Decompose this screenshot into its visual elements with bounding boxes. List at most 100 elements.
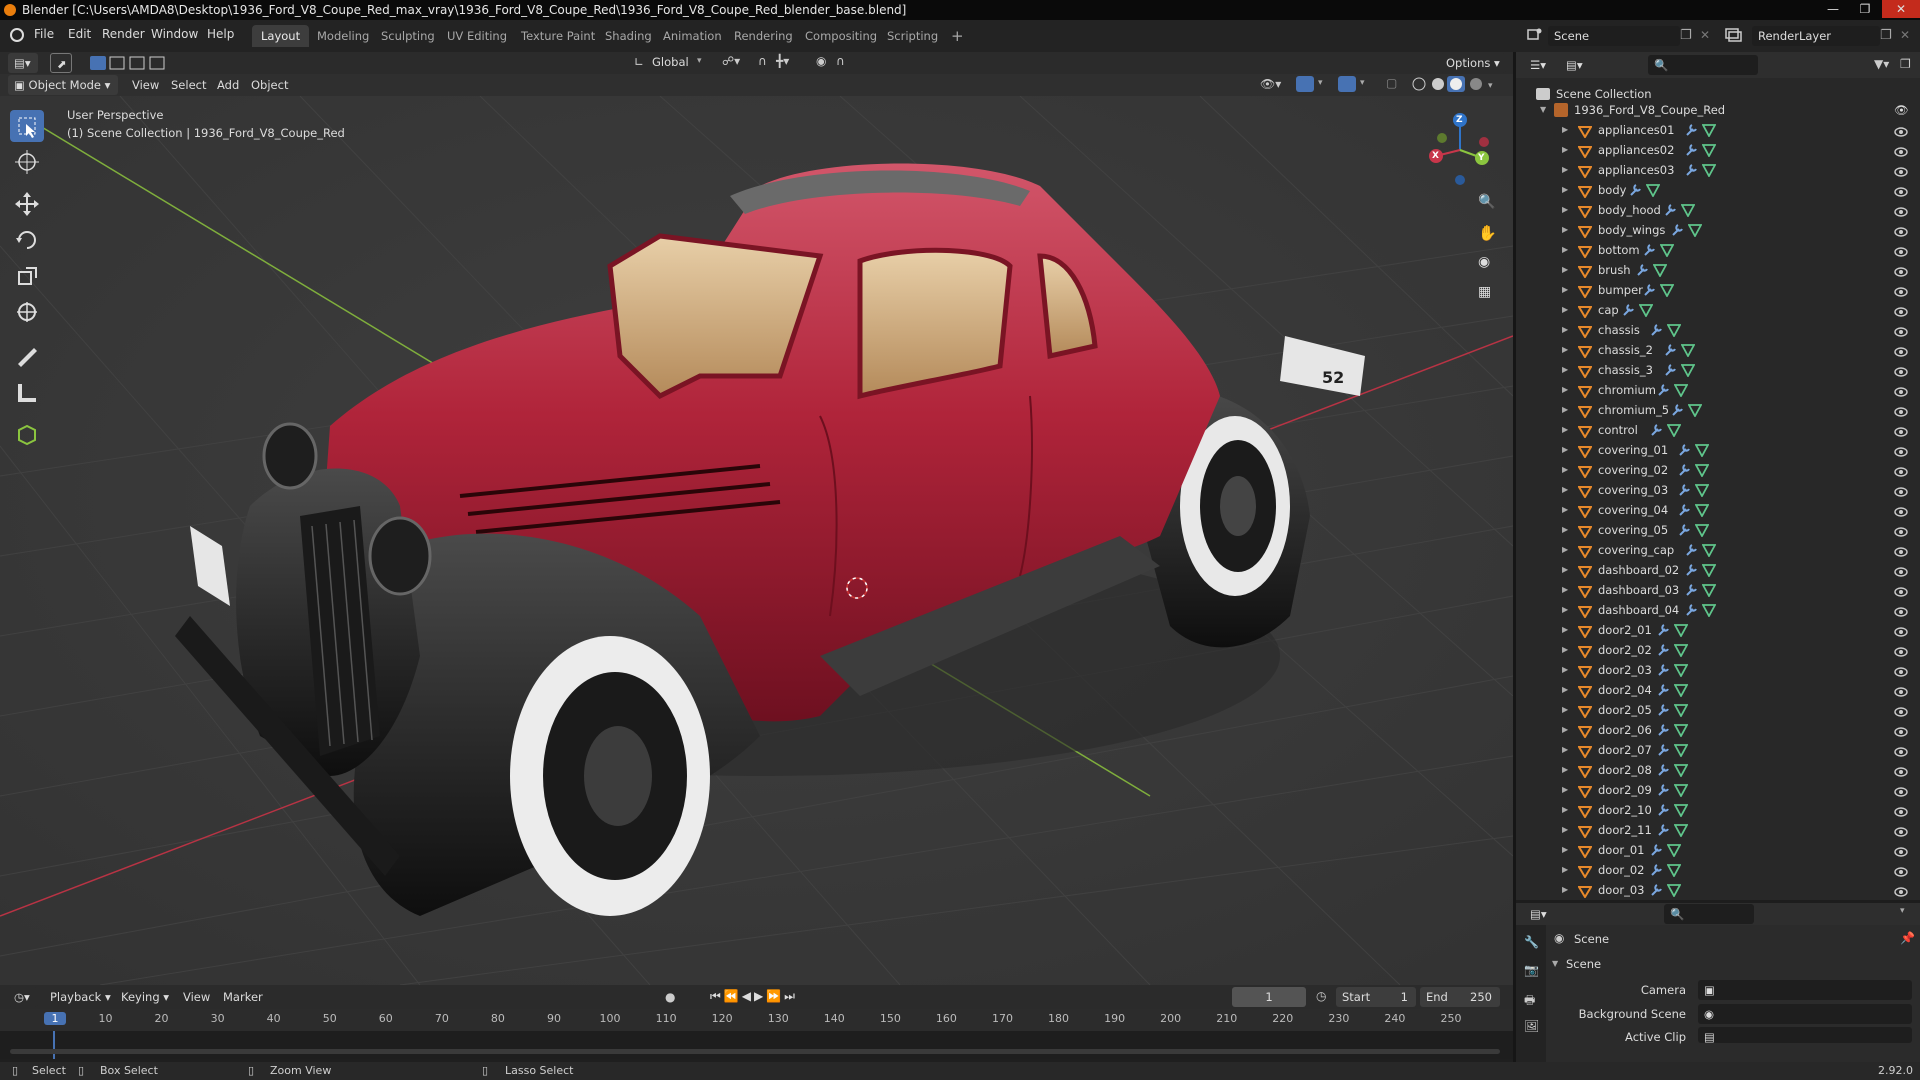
tab-modeling[interactable]: Modeling xyxy=(308,25,378,47)
expand-arrow-icon[interactable]: ▶ xyxy=(1562,300,1568,320)
outliner-object-row[interactable]: ▶ covering_cap xyxy=(1516,540,1920,560)
view-layer-name-field[interactable]: RenderLayer xyxy=(1752,26,1880,46)
rotate-tool[interactable] xyxy=(10,224,44,256)
outliner-object-row[interactable]: ▶ door_01 xyxy=(1516,840,1920,860)
outliner-object-row[interactable]: ▶ appliances01 xyxy=(1516,120,1920,140)
menu-file[interactable]: File xyxy=(34,27,54,41)
expand-arrow-icon[interactable]: ▶ xyxy=(1562,620,1568,640)
add-cube-tool[interactable] xyxy=(10,418,44,450)
viewport-menu-object[interactable]: Object xyxy=(251,78,288,92)
expand-arrow-icon[interactable]: ▶ xyxy=(1562,360,1568,380)
expand-arrow-icon[interactable]: ▶ xyxy=(1562,840,1568,860)
move-tool[interactable] xyxy=(10,188,44,220)
new-collection-icon[interactable]: ❐ xyxy=(1900,57,1911,71)
outliner-object-row[interactable]: ▶ appliances02 xyxy=(1516,140,1920,160)
outliner-object-row[interactable]: ▶ chassis_2 xyxy=(1516,340,1920,360)
expand-arrow-icon[interactable]: ▶ xyxy=(1562,680,1568,700)
visibility-eye-icon[interactable] xyxy=(1894,884,1908,900)
view-layer-icon[interactable] xyxy=(1724,26,1742,44)
end-frame-field[interactable]: End 250 xyxy=(1420,987,1500,1007)
outliner-object-row[interactable]: ▶ brush xyxy=(1516,260,1920,280)
render-tab-icon[interactable]: 📷 xyxy=(1524,963,1539,977)
start-frame-field[interactable]: Start 1 xyxy=(1336,987,1416,1007)
collection-eye-icon[interactable]: 👁 xyxy=(1894,100,1909,120)
add-workspace-button[interactable]: + xyxy=(942,25,973,47)
view-layer-tab-icon[interactable]: 🖼 xyxy=(1524,1019,1539,1033)
expand-arrow-icon[interactable]: ▶ xyxy=(1562,260,1568,280)
expand-arrow-icon[interactable]: ▶ xyxy=(1562,500,1568,520)
close-button[interactable]: ✕ xyxy=(1882,0,1920,18)
ortho-grid-icon[interactable]: ▦ xyxy=(1478,284,1491,300)
outliner-editor-type-button[interactable]: ☰▾ xyxy=(1524,55,1554,75)
outliner-object-row[interactable]: ▶ door2_05 xyxy=(1516,700,1920,720)
expand-arrow-icon[interactable]: ▶ xyxy=(1562,580,1568,600)
expand-arrow-icon[interactable]: ▶ xyxy=(1562,700,1568,720)
expand-arrow-icon[interactable]: ▶ xyxy=(1562,820,1568,840)
new-scene-icon[interactable]: ❐ xyxy=(1680,28,1692,43)
menu-help[interactable]: Help xyxy=(207,27,234,41)
outliner-object-row[interactable]: ▶ covering_01 xyxy=(1516,440,1920,460)
timeline-scrollbar[interactable] xyxy=(10,1049,1500,1054)
tab-compositing[interactable]: Compositing xyxy=(796,25,886,47)
panel-expand-icon[interactable]: ▼ xyxy=(1552,959,1558,968)
outliner-object-row[interactable]: ▶ door2_02 xyxy=(1516,640,1920,660)
annotate-tool[interactable] xyxy=(10,340,44,372)
tab-rendering[interactable]: Rendering xyxy=(725,25,802,47)
tab-animation[interactable]: Animation xyxy=(654,25,731,47)
outliner-object-row[interactable]: ▶ door2_08 xyxy=(1516,760,1920,780)
expand-arrow-icon[interactable]: ▶ xyxy=(1562,860,1568,880)
expand-arrow-icon[interactable]: ▶ xyxy=(1562,640,1568,660)
active-clip-field[interactable]: ▤ xyxy=(1698,1027,1912,1044)
collection-row[interactable]: ▼ 1936_Ford_V8_Coupe_Red 👁 xyxy=(1516,100,1920,120)
outliner-object-row[interactable]: ▶ door2_10 xyxy=(1516,800,1920,820)
properties-editor-type-button[interactable]: ▤▾ xyxy=(1524,904,1554,924)
zoom-icon[interactable]: 🔍 xyxy=(1478,194,1495,210)
shading-mode-buttons[interactable]: ▾ xyxy=(1410,76,1500,92)
outliner-object-row[interactable]: ▶ dashboard_02 xyxy=(1516,560,1920,580)
expand-arrow-icon[interactable]: ▶ xyxy=(1562,740,1568,760)
timeline-menu-keying[interactable]: Keying ▾ xyxy=(121,990,169,1004)
menu-edit[interactable]: Edit xyxy=(68,27,91,41)
falloff-icon[interactable]: ∩ xyxy=(836,54,845,68)
gizmo-dropdown-icon[interactable]: ▾ xyxy=(1318,78,1323,88)
expand-arrow-icon[interactable]: ▶ xyxy=(1562,520,1568,540)
display-mode-button[interactable]: ▤▾ xyxy=(1560,55,1590,75)
outliner-object-row[interactable]: ▶ body_hood xyxy=(1516,200,1920,220)
expand-arrow-icon[interactable]: ▶ xyxy=(1562,420,1568,440)
outliner-object-row[interactable]: ▶ door2_07 xyxy=(1516,740,1920,760)
overlays-toggle-icon[interactable] xyxy=(1338,76,1356,92)
pin-icon[interactable]: 📌 xyxy=(1900,931,1915,945)
expand-arrow-icon[interactable]: ▶ xyxy=(1562,280,1568,300)
expand-arrow-icon[interactable]: ▶ xyxy=(1562,400,1568,420)
expand-arrow-icon[interactable]: ▶ xyxy=(1562,340,1568,360)
expand-arrow-icon[interactable]: ▶ xyxy=(1562,140,1568,160)
selection-mode-buttons[interactable] xyxy=(90,55,178,71)
expand-arrow-icon[interactable]: ▶ xyxy=(1562,120,1568,140)
playback-controls[interactable]: ⏮⏪◀▶⏩⏭ xyxy=(710,989,798,1004)
expand-arrow-icon[interactable]: ▶ xyxy=(1562,320,1568,340)
scene-panel-title[interactable]: Scene xyxy=(1566,957,1601,971)
proportional-edit-icon[interactable]: ◉ xyxy=(816,54,826,68)
viewport-menu-view[interactable]: View xyxy=(132,78,159,92)
minimize-button[interactable]: — xyxy=(1818,0,1848,18)
expand-arrow-icon[interactable]: ▶ xyxy=(1562,880,1568,900)
outliner-object-row[interactable]: ▶ door2_03 xyxy=(1516,660,1920,680)
outliner-object-row[interactable]: ▶ door2_04 xyxy=(1516,680,1920,700)
tab-texture-paint[interactable]: Texture Paint xyxy=(512,25,604,47)
expand-arrow-icon[interactable]: ▶ xyxy=(1562,180,1568,200)
camera-field[interactable]: ▣ xyxy=(1698,980,1912,1000)
menu-render[interactable]: Render xyxy=(102,27,145,41)
background-scene-field[interactable]: ◉ xyxy=(1698,1004,1912,1024)
timeline-menu-marker[interactable]: Marker xyxy=(223,990,263,1004)
outliner-object-row[interactable]: ▶ covering_02 xyxy=(1516,460,1920,480)
outliner-object-row[interactable]: ▶ chassis xyxy=(1516,320,1920,340)
outliner-object-row[interactable]: ▶ door_03 xyxy=(1516,880,1920,900)
outliner-object-row[interactable]: ▶ covering_05 xyxy=(1516,520,1920,540)
pan-hand-icon[interactable]: ✋ xyxy=(1478,224,1497,242)
visibility-icon[interactable]: 👁▾ xyxy=(1260,77,1281,91)
outliner-search-input[interactable]: 🔍 xyxy=(1648,55,1758,75)
xray-icon[interactable]: ▢ xyxy=(1386,76,1397,90)
viewport-menu-add[interactable]: Add xyxy=(217,78,239,92)
options-dropdown[interactable]: Options ▾ xyxy=(1440,53,1506,73)
expand-arrow-icon[interactable]: ▶ xyxy=(1562,200,1568,220)
